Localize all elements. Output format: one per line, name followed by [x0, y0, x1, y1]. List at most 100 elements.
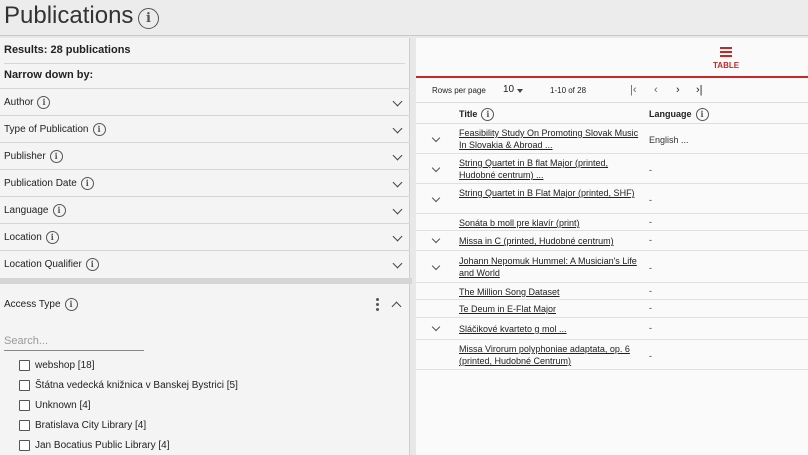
- access-option[interactable]: Jan Bocatius Public Library [4]: [19, 440, 170, 451]
- filter-publication-date[interactable]: Publication Date i: [0, 169, 410, 196]
- access-type-title: Access Type: [4, 299, 61, 311]
- filter-label: Publisher: [4, 151, 46, 163]
- info-icon[interactable]: i: [80, 177, 94, 190]
- access-option[interactable]: Unknown [4]: [19, 400, 91, 411]
- column-title[interactable]: Title: [459, 109, 477, 119]
- page-title: Publications: [4, 2, 134, 29]
- results-count: Results: 28 publications: [4, 44, 131, 56]
- chevron-up-icon[interactable]: [391, 301, 402, 312]
- filter-type-of-publication[interactable]: Type of Publication i: [0, 115, 410, 142]
- info-icon[interactable]: i: [52, 204, 66, 217]
- expand-icon[interactable]: [431, 322, 441, 332]
- info-icon[interactable]: i: [481, 108, 495, 121]
- table-row[interactable]: Te Deum in E-Flat Major -: [416, 300, 808, 318]
- expand-icon[interactable]: [431, 193, 441, 203]
- column-language[interactable]: Language: [649, 109, 692, 119]
- table-row[interactable]: Feasibility Study On Promoting Slovak Mu…: [416, 124, 808, 154]
- filter-publisher[interactable]: Publisher i: [0, 142, 410, 169]
- rows-per-page-select[interactable]: 10: [503, 84, 514, 95]
- table-row[interactable]: Missa in C (printed, Hudobné centrum) -: [416, 231, 808, 251]
- info-icon[interactable]: i: [37, 96, 51, 109]
- filter-panel: Results: 28 publications Narrow down by:…: [0, 38, 410, 278]
- caret-down-icon[interactable]: [517, 89, 523, 93]
- filter-location-qualifier[interactable]: Location Qualifier i: [0, 250, 410, 277]
- last-page-icon[interactable]: ›|: [696, 84, 703, 96]
- chevron-down-icon[interactable]: [392, 96, 403, 107]
- info-icon[interactable]: i: [45, 231, 59, 244]
- row-title-link[interactable]: Sláčikové kvarteto g mol ...: [459, 323, 639, 335]
- info-icon[interactable]: i: [64, 298, 78, 311]
- chevron-down-icon[interactable]: [392, 258, 403, 269]
- first-page-icon[interactable]: |‹: [630, 84, 637, 96]
- chevron-down-icon[interactable]: [392, 204, 403, 215]
- expand-icon[interactable]: [431, 234, 441, 244]
- expand-icon[interactable]: [431, 163, 441, 173]
- table-row[interactable]: String Quartet in B Flat Major (printed,…: [416, 184, 808, 214]
- row-language: -: [649, 235, 652, 245]
- page-header: Publications i: [0, 0, 808, 36]
- table-row[interactable]: Johann Nepomuk Hummel: A Musician's Life…: [416, 251, 808, 283]
- access-option[interactable]: Bratislava City Library [4]: [19, 420, 146, 431]
- row-title-link[interactable]: Missa Virorum polyphoniae adaptata, op. …: [459, 343, 639, 367]
- filter-label: Language: [4, 205, 49, 217]
- info-icon[interactable]: i: [695, 108, 709, 121]
- filter-label: Type of Publication: [4, 124, 89, 136]
- row-title-link[interactable]: String Quartet in B flat Major (printed,…: [459, 157, 639, 181]
- row-title-link[interactable]: Sonáta b moll pre klavír (print): [459, 217, 639, 229]
- table-row[interactable]: String Quartet in B flat Major (printed,…: [416, 154, 808, 184]
- filter-author[interactable]: Author i: [0, 88, 410, 115]
- table-row[interactable]: Sonáta b moll pre klavír (print) -: [416, 214, 808, 231]
- access-search-input[interactable]: Search...: [4, 334, 144, 351]
- chevron-down-icon[interactable]: [392, 123, 403, 134]
- checkbox[interactable]: [19, 420, 30, 431]
- row-language: -: [649, 263, 652, 273]
- next-page-icon[interactable]: ›: [676, 84, 680, 96]
- info-icon[interactable]: i: [49, 150, 63, 163]
- table-row[interactable]: The Million Song Dataset -: [416, 283, 808, 300]
- option-label: Bratislava City Library [4]: [35, 420, 147, 432]
- access-option[interactable]: webshop [18]: [19, 360, 95, 371]
- row-language: -: [649, 195, 652, 205]
- row-language: -: [649, 303, 652, 313]
- table-row[interactable]: Sláčikové kvarteto g mol ... -: [416, 318, 808, 340]
- row-title-link[interactable]: The Million Song Dataset: [459, 286, 639, 298]
- info-icon[interactable]: i: [138, 8, 159, 29]
- row-language: English ...: [649, 135, 689, 145]
- page-range: 1-10 of 28: [550, 86, 587, 95]
- rows-per-page-label: Rows per page: [432, 86, 486, 95]
- row-language: -: [649, 165, 652, 175]
- row-language: -: [649, 323, 652, 333]
- narrow-heading: Narrow down by:: [4, 69, 94, 81]
- filter-label: Publication Date: [4, 178, 77, 190]
- row-language: -: [649, 286, 652, 296]
- filter-label: Author: [4, 97, 34, 109]
- row-title-link[interactable]: Johann Nepomuk Hummel: A Musician's Life…: [459, 255, 639, 279]
- row-language: -: [649, 217, 652, 227]
- row-title-link[interactable]: Missa in C (printed, Hudobné centrum): [459, 235, 639, 247]
- filter-location[interactable]: Location i: [0, 223, 410, 250]
- table-row[interactable]: Missa Virorum polyphoniae adaptata, op. …: [416, 340, 808, 370]
- chevron-down-icon[interactable]: [392, 150, 403, 161]
- access-option[interactable]: Štátna vedecká knižnica v Banskej Bystri…: [19, 380, 238, 391]
- option-label: Unknown [4]: [35, 400, 91, 412]
- chevron-down-icon[interactable]: [392, 177, 403, 188]
- expand-icon[interactable]: [431, 261, 441, 271]
- chevron-down-icon[interactable]: [392, 231, 403, 242]
- row-title-link[interactable]: Te Deum in E-Flat Major: [459, 303, 639, 315]
- divider: [4, 63, 405, 64]
- row-title-link[interactable]: Feasibility Study On Promoting Slovak Mu…: [459, 127, 639, 151]
- previous-page-icon[interactable]: ‹: [654, 84, 658, 96]
- info-icon[interactable]: i: [85, 258, 99, 271]
- filter-label: Location Qualifier: [4, 259, 82, 271]
- filter-language[interactable]: Language i: [0, 196, 410, 223]
- checkbox[interactable]: [19, 360, 30, 371]
- tab-table[interactable]: TABLE: [416, 38, 808, 78]
- info-icon[interactable]: i: [92, 123, 106, 136]
- row-title-link[interactable]: String Quartet in B Flat Major (printed,…: [459, 187, 639, 199]
- more-options-icon[interactable]: [376, 298, 380, 312]
- expand-icon[interactable]: [431, 133, 441, 143]
- checkbox[interactable]: [19, 400, 30, 411]
- checkbox[interactable]: [19, 380, 30, 391]
- checkbox[interactable]: [19, 440, 30, 451]
- option-label: webshop [18]: [35, 360, 95, 372]
